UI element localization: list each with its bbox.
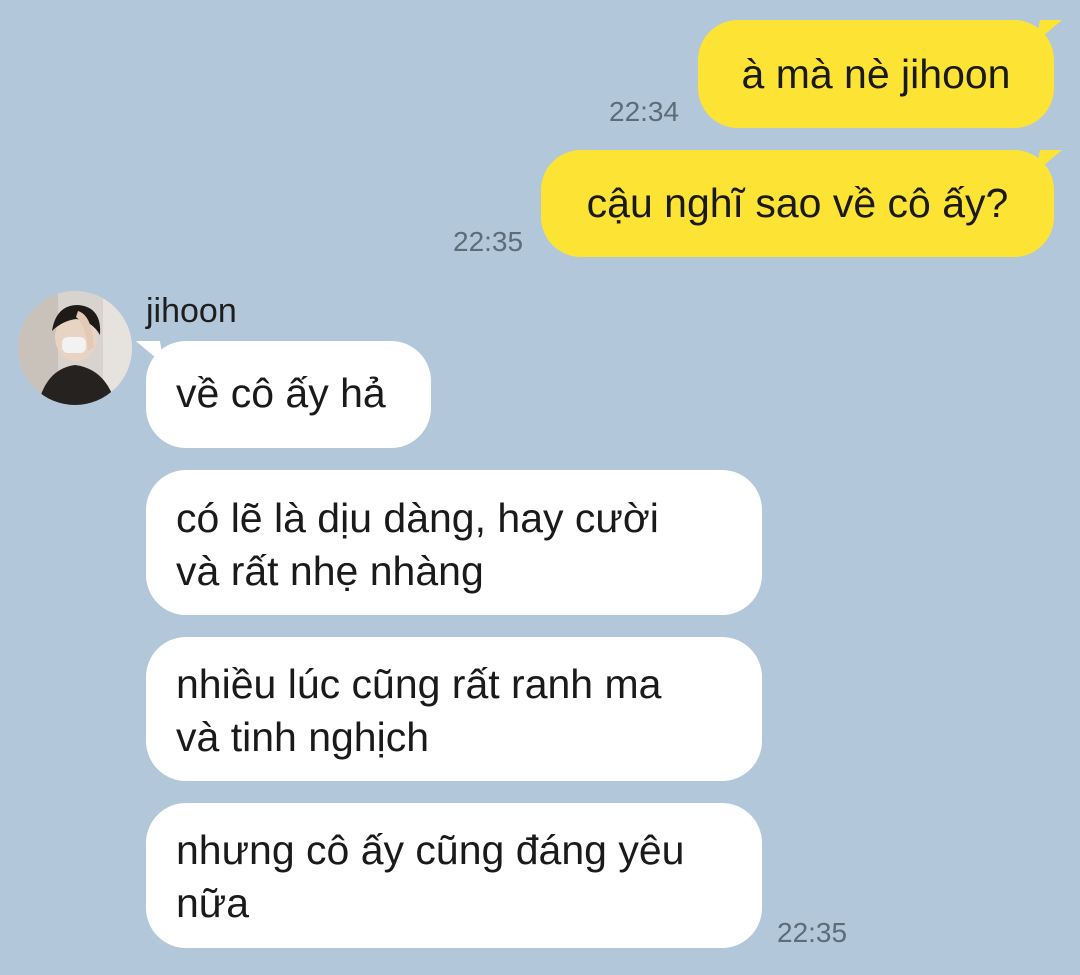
- profile-photo-icon: [18, 291, 132, 405]
- outgoing-message-bubble[interactable]: cậu nghĩ sao về cô ấy?: [541, 150, 1054, 257]
- incoming-message-bubble[interactable]: về cô ấy hả: [146, 341, 431, 448]
- message-text-line: nữa: [176, 880, 250, 926]
- message-text-line: và rất nhẹ nhàng: [176, 548, 484, 594]
- message-timestamp: 22:35: [777, 917, 848, 948]
- message-timestamp: 22:34: [609, 96, 680, 127]
- message-text-line: có lẽ là dịu dàng, hay cười: [176, 495, 659, 541]
- sender-avatar[interactable]: [18, 291, 132, 405]
- incoming-message-bubble[interactable]: có lẽ là dịu dàng, hay cười và rất nhẹ n…: [146, 470, 762, 615]
- message-text: à mà nè jihoon: [741, 51, 1011, 97]
- chat-area[interactable]: à mà nè jihoon 22:34 cậu nghĩ sao về cô …: [0, 0, 1080, 975]
- message-text-line: nhiều lúc cũng rất ranh ma: [176, 661, 662, 707]
- message-text: cậu nghĩ sao về cô ấy?: [586, 180, 1009, 226]
- message-text: về cô ấy hả: [176, 370, 386, 416]
- incoming-message-bubble[interactable]: nhưng cô ấy cũng đáng yêu nữa: [146, 803, 762, 948]
- sender-name: jihoon: [146, 292, 237, 330]
- message-text-line: nhưng cô ấy cũng đáng yêu: [176, 827, 685, 873]
- message-timestamp: 22:35: [453, 226, 524, 257]
- incoming-message-bubble[interactable]: nhiều lúc cũng rất ranh ma và tinh nghịc…: [146, 637, 762, 781]
- message-text-line: và tinh nghịch: [176, 714, 430, 760]
- outgoing-message-bubble[interactable]: à mà nè jihoon: [698, 20, 1054, 128]
